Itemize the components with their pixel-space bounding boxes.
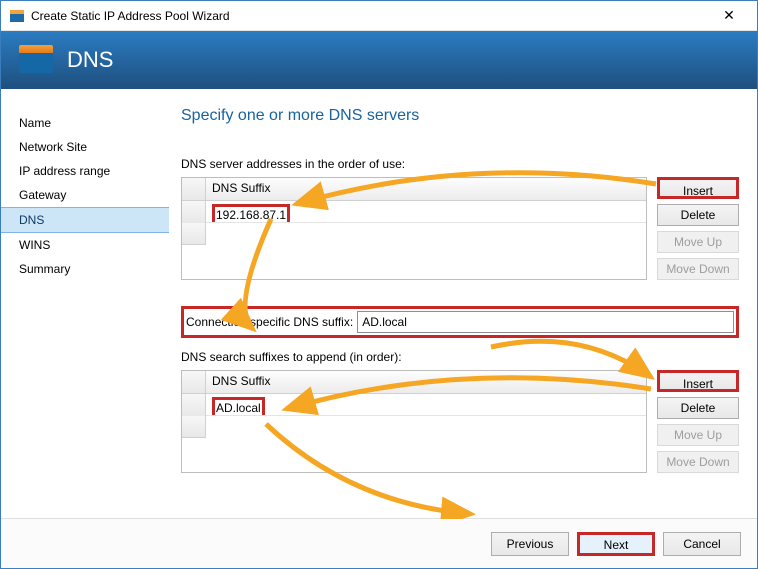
dns-suffix-row: Connection specific DNS suffix: bbox=[181, 306, 739, 338]
sidebar-item-gateway[interactable]: Gateway bbox=[1, 183, 169, 207]
row-header bbox=[182, 416, 206, 438]
movedown-button: Move Down bbox=[657, 258, 739, 280]
moveup-button: Move Up bbox=[657, 424, 739, 446]
sidebar-item-dns[interactable]: DNS bbox=[1, 207, 169, 233]
wizard-banner: DNS bbox=[1, 31, 757, 89]
wizard-footer: Previous Next Cancel bbox=[1, 518, 757, 568]
table-row[interactable]: 192.168.87.1 bbox=[182, 201, 646, 223]
table-row[interactable] bbox=[182, 416, 646, 438]
banner-icon bbox=[19, 47, 53, 73]
dns-search-buttons: Insert Delete Move Up Move Down bbox=[657, 370, 739, 473]
wizard-window: Create Static IP Address Pool Wizard ✕ D… bbox=[0, 0, 758, 569]
banner-heading: DNS bbox=[67, 47, 113, 73]
grid-column-dns-suffix[interactable]: DNS Suffix bbox=[206, 371, 646, 393]
dns-servers-grid[interactable]: DNS Suffix 192.168.87.1 bbox=[181, 177, 647, 280]
dns-search-area: DNS Suffix AD.local Insert Delete Move U… bbox=[181, 370, 739, 473]
highlight: 192.168.87.1 bbox=[212, 204, 290, 223]
previous-button[interactable]: Previous bbox=[491, 532, 569, 556]
wizard-content: Specify one or more DNS servers DNS serv… bbox=[169, 89, 757, 518]
app-icon bbox=[9, 8, 25, 24]
row-header-corner bbox=[182, 371, 206, 393]
page-heading: Specify one or more DNS servers bbox=[181, 107, 739, 125]
row-header-corner bbox=[182, 178, 206, 200]
wizard-steps: Name Network Site IP address range Gatew… bbox=[1, 89, 169, 518]
table-row[interactable] bbox=[182, 223, 646, 245]
dns-search-grid[interactable]: DNS Suffix AD.local bbox=[181, 370, 647, 473]
dns-suffix-label: Connection specific DNS suffix: bbox=[186, 315, 353, 329]
row-header bbox=[182, 201, 206, 223]
table-row[interactable]: AD.local bbox=[182, 394, 646, 416]
grid-cell[interactable]: 192.168.87.1 bbox=[206, 201, 646, 223]
grid-cell[interactable] bbox=[206, 416, 646, 438]
grid-cell[interactable] bbox=[206, 223, 646, 245]
grid-column-dns-suffix[interactable]: DNS Suffix bbox=[206, 178, 646, 200]
section2-label: DNS search suffixes to append (in order)… bbox=[181, 350, 739, 364]
wizard-body: Name Network Site IP address range Gatew… bbox=[1, 89, 757, 518]
sidebar-item-network-site[interactable]: Network Site bbox=[1, 135, 169, 159]
next-button[interactable]: Next bbox=[577, 532, 655, 556]
grid-header: DNS Suffix bbox=[182, 178, 646, 201]
row-header bbox=[182, 394, 206, 416]
grid-cell[interactable]: AD.local bbox=[206, 394, 646, 416]
dns-servers-area: DNS Suffix 192.168.87.1 Insert Delete Mo… bbox=[181, 177, 739, 280]
grid-header: DNS Suffix bbox=[182, 371, 646, 394]
sidebar-item-summary[interactable]: Summary bbox=[1, 257, 169, 281]
close-button[interactable]: ✕ bbox=[709, 7, 749, 24]
sidebar-item-ip-range[interactable]: IP address range bbox=[1, 159, 169, 183]
dns-servers-buttons: Insert Delete Move Up Move Down bbox=[657, 177, 739, 280]
moveup-button: Move Up bbox=[657, 231, 739, 253]
sidebar-item-name[interactable]: Name bbox=[1, 111, 169, 135]
titlebar: Create Static IP Address Pool Wizard ✕ bbox=[1, 1, 757, 31]
delete-button[interactable]: Delete bbox=[657, 204, 739, 226]
insert-button[interactable]: Insert bbox=[657, 177, 739, 199]
movedown-button: Move Down bbox=[657, 451, 739, 473]
delete-button[interactable]: Delete bbox=[657, 397, 739, 419]
window-title: Create Static IP Address Pool Wizard bbox=[31, 9, 709, 23]
section1-label: DNS server addresses in the order of use… bbox=[181, 157, 739, 171]
sidebar-item-wins[interactable]: WINS bbox=[1, 233, 169, 257]
highlight: AD.local bbox=[212, 397, 265, 416]
dns-suffix-input[interactable] bbox=[357, 311, 734, 333]
row-header bbox=[182, 223, 206, 245]
insert-button[interactable]: Insert bbox=[657, 370, 739, 392]
cancel-button[interactable]: Cancel bbox=[663, 532, 741, 556]
